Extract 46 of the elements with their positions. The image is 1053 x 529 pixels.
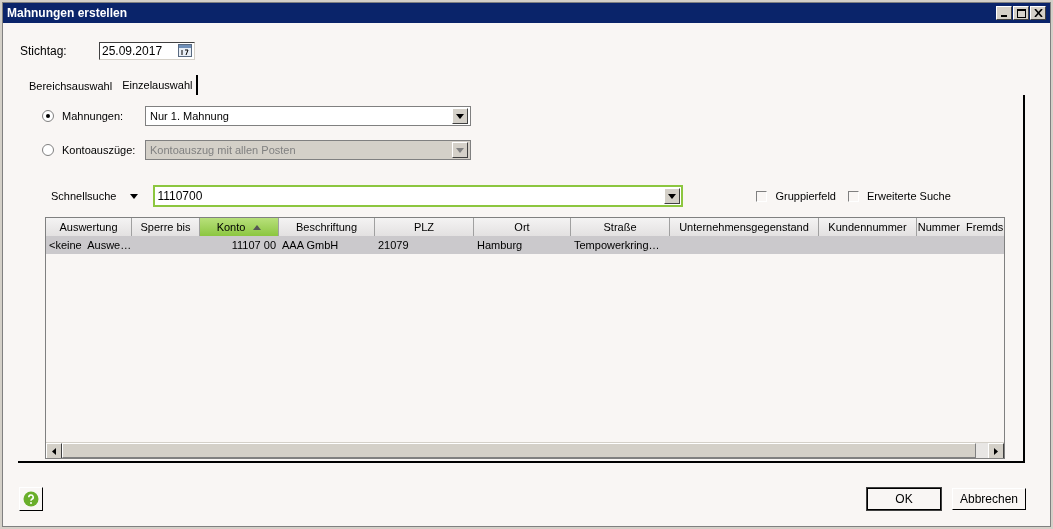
column-header[interactable]: Straße [571, 218, 670, 236]
ok-button[interactable]: OK [867, 488, 941, 510]
question-mark-icon [23, 491, 39, 507]
tab[interactable]: Bereichsauswahl [23, 77, 119, 95]
maximize-icon [1016, 8, 1026, 18]
table-cell-text: 21079 [378, 237, 409, 253]
column-header[interactable]: Unternehmensgegenstand [670, 218, 819, 236]
option-label: Kontoauszüge: [62, 142, 137, 158]
option-label: Mahnungen: [62, 108, 125, 124]
table-cell-text: Hamburg [477, 237, 523, 253]
dropdown[interactable]: Nur 1. Mahnung [145, 106, 471, 126]
checkbox-label: Erweiterte Suche [867, 188, 951, 204]
radio-button[interactable] [42, 110, 54, 122]
scroll-left-icon [52, 447, 56, 455]
column-header[interactable]: Konto [200, 218, 279, 236]
calendar-icon[interactable] [178, 44, 192, 57]
caret-icon [130, 193, 139, 199]
column-header[interactable]: Nummer Fremds [917, 218, 1004, 236]
sort-ascending-icon [253, 224, 262, 230]
table-row[interactable]: <keine Auswe… 11107 00 AAA GmbH 21079 Hamburg Tempowerkring… [46, 236, 1004, 254]
table-cell-text: 11107 00 [231, 237, 276, 253]
checkbox-label: Gruppierfeld [775, 188, 836, 204]
quick-search-field[interactable]: 1110700 [153, 185, 684, 207]
close-icon [1033, 9, 1043, 17]
stichtag-label: Stichtag: [20, 42, 68, 60]
column-header[interactable]: PLZ [375, 218, 474, 236]
close-button[interactable] [1030, 6, 1046, 20]
column-header[interactable]: Sperre bis [132, 218, 200, 236]
help-button[interactable] [19, 487, 43, 511]
window-title: Mahnungen erstellen [7, 5, 128, 22]
maximize-button[interactable] [1013, 6, 1029, 20]
horizontal-scrollbar[interactable] [46, 442, 1004, 458]
column-header[interactable]: Kundennummer [819, 218, 917, 236]
checkbox[interactable] [756, 190, 768, 202]
scroll-right-icon [994, 447, 998, 455]
cancel-button[interactable]: Abbrechen [952, 488, 1026, 510]
quick-search-label: Schnellsuche [51, 188, 117, 204]
minimize-button[interactable] [996, 6, 1012, 20]
table-cell-text: <keine Auswe… [49, 237, 132, 253]
table-cell-text: AAA GmbH [282, 237, 339, 253]
table-cell-text: Tempowerkring… [574, 237, 660, 253]
column-header[interactable]: Auswertung [46, 218, 132, 236]
column-header[interactable]: Ort [474, 218, 571, 236]
date-field[interactable]: 25.09.2017 [99, 41, 195, 60]
checkbox[interactable] [848, 190, 859, 202]
column-header[interactable]: Beschriftung [279, 218, 375, 236]
